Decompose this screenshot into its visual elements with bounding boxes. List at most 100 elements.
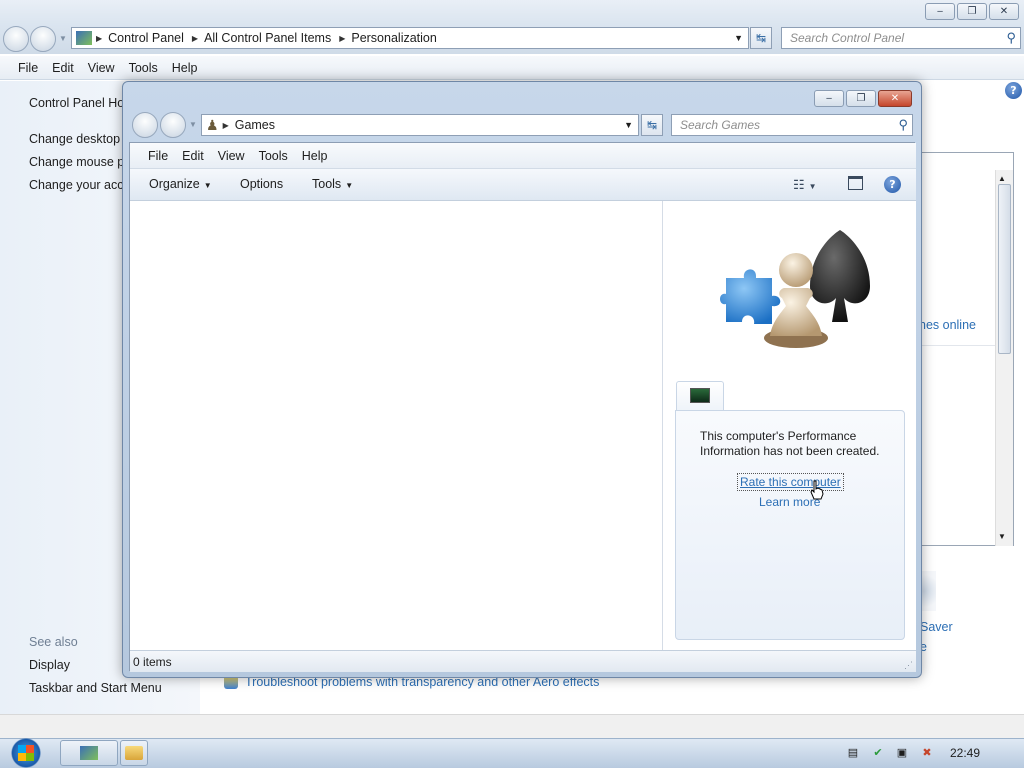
games-file-list[interactable] (130, 201, 663, 650)
address-box[interactable]: ▶ Control Panel ▶ All Control Panel Item… (71, 27, 749, 49)
refresh-button[interactable]: ↹ (750, 27, 772, 49)
performance-card: This computer's Performance Information … (675, 410, 905, 640)
control-panel-menubar: File Edit View Tools Help (0, 56, 1024, 80)
breadcrumb-control-panel[interactable]: Control Panel (108, 31, 184, 45)
games-menu-edit[interactable]: Edit (182, 149, 204, 163)
address-dropdown-icon[interactable]: ▼ (734, 33, 743, 43)
change-view-icon[interactable]: ☷ ▼ (793, 177, 817, 193)
tools-label: Tools (312, 177, 342, 191)
control-panel-icon (76, 31, 92, 45)
divider (921, 345, 995, 346)
resize-grip-icon[interactable]: ⋰ (904, 660, 913, 671)
taskbar-clock[interactable]: 22:49 (950, 746, 980, 760)
tray-flag-icon[interactable]: ✔ (871, 746, 885, 760)
games-folder-icon: ♟ (206, 116, 219, 133)
chevron-down-icon: ▼ (345, 181, 354, 190)
games-refresh-button[interactable]: ↹ (641, 114, 663, 136)
menu-edit[interactable]: Edit (52, 61, 74, 75)
search-control-panel-input[interactable]: Search Control Panel ⚲ (781, 27, 1021, 49)
item-count: 0 items (133, 654, 172, 669)
games-menu-tools[interactable]: Tools (259, 149, 288, 163)
options-button[interactable]: Options (240, 177, 283, 191)
breadcrumb-arrow-icon: ▶ (339, 33, 346, 43)
breadcrumb-arrow-icon: ▶ (222, 120, 229, 130)
games-back-button[interactable] (132, 112, 158, 138)
maximize-button[interactable]: ❐ (957, 3, 987, 20)
preview-pane-icon[interactable] (848, 176, 863, 190)
games-menu-view[interactable]: View (218, 149, 245, 163)
organize-button[interactable]: Organize ▼ (149, 177, 212, 191)
nav-change-account-picture[interactable]: Change your acco (29, 178, 130, 192)
chevron-down-icon: ▼ (203, 181, 212, 190)
games-menubar: File Edit View Tools Help (130, 143, 916, 169)
tray-network-icon[interactable]: ▣ (895, 746, 909, 760)
breadcrumb-arrow-icon: ▶ (96, 33, 103, 43)
screen-saver-label[interactable]: Saver (920, 620, 953, 634)
nav-change-mouse-pointers[interactable]: Change mouse p (29, 155, 124, 169)
scroll-thumb[interactable] (998, 184, 1011, 354)
performance-message: This computer's Performance Information … (700, 429, 880, 458)
get-more-themes-link[interactable]: nes online (919, 318, 976, 332)
performance-tab[interactable] (676, 381, 724, 411)
themes-scrollbar[interactable]: ▲ ▼ (995, 170, 1013, 546)
minimize-button[interactable]: ‒ (925, 3, 955, 20)
hand-cursor-icon (810, 480, 824, 500)
search-games-input[interactable]: Search Games ⚲ (671, 114, 913, 136)
rate-this-computer-link[interactable]: Rate this computer (737, 473, 844, 491)
nav-control-panel-home[interactable]: Control Panel Ho (29, 96, 124, 110)
games-statusbar: 0 items ⋰ (130, 650, 916, 672)
back-button[interactable] (3, 26, 29, 52)
close-button[interactable]: ✕ (989, 3, 1019, 20)
breadcrumb-all-items[interactable]: All Control Panel Items (204, 31, 331, 45)
forward-button[interactable] (30, 26, 56, 52)
start-button[interactable] (6, 738, 46, 768)
see-also-taskbar[interactable]: Taskbar and Start Menu (29, 681, 162, 695)
games-window: ‒ ❐ ✕ ▼ ♟ ▶ Games ▼ ↹ Search Games ⚲ Fil… (122, 81, 922, 678)
menu-file[interactable]: File (18, 61, 38, 75)
games-address-box[interactable]: ♟ ▶ Games ▼ (201, 114, 639, 136)
games-address-dropdown-icon[interactable]: ▼ (624, 120, 633, 130)
scroll-down-icon[interactable]: ▼ (998, 532, 1006, 541)
games-menu-file[interactable]: File (148, 149, 168, 163)
games-help-icon[interactable]: ? (884, 176, 901, 193)
nav-change-desktop-icons[interactable]: Change desktop i (29, 132, 126, 146)
search-games-placeholder: Search Games (680, 118, 761, 132)
see-also-heading: See also (29, 635, 78, 649)
tools-button[interactable]: Tools ▼ (312, 177, 353, 191)
scroll-up-icon[interactable]: ▲ (998, 174, 1006, 183)
games-details-pane: This computer's Performance Information … (664, 201, 916, 650)
games-content-frame: File Edit View Tools Help Organize ▼ Opti… (129, 142, 916, 672)
games-maximize-button[interactable]: ❐ (846, 90, 876, 107)
taskbar-explorer-button[interactable] (120, 740, 148, 766)
games-explorer-icon (720, 230, 870, 348)
see-also-display[interactable]: Display (29, 658, 70, 672)
control-panel-statusbar (0, 714, 1024, 738)
games-forward-button[interactable] (160, 112, 186, 138)
control-panel-address-bar: ▼ ▶ Control Panel ▶ All Control Panel It… (0, 24, 1024, 54)
search-icon[interactable]: ⚲ (898, 117, 908, 133)
recent-pages-icon[interactable]: ▼ (59, 34, 67, 43)
games-close-button[interactable]: ✕ (878, 90, 912, 107)
menu-help[interactable]: Help (172, 61, 198, 75)
breadcrumb-arrow-icon: ▶ (191, 33, 199, 43)
breadcrumb-personalization[interactable]: Personalization (351, 31, 436, 45)
control-panel-titlebar: ‒ ❐ ✕ (0, 0, 1024, 24)
games-minimize-button[interactable]: ‒ (814, 90, 844, 107)
tray-volume-muted-icon[interactable]: ✖ (920, 746, 934, 760)
control-panel-icon (80, 746, 98, 760)
windows-logo-icon (18, 745, 34, 761)
search-placeholder: Search Control Panel (790, 31, 905, 45)
folder-icon (125, 746, 143, 760)
games-command-bar: Organize ▼ Options Tools ▼ ☷ ▼ ? (130, 169, 916, 201)
games-menu-help[interactable]: Help (302, 149, 328, 163)
help-icon[interactable]: ? (1005, 82, 1022, 99)
games-recent-pages-icon[interactable]: ▼ (189, 120, 197, 129)
performance-monitor-icon (690, 388, 710, 403)
organize-label: Organize (149, 177, 200, 191)
breadcrumb-games[interactable]: Games (235, 118, 275, 132)
menu-tools[interactable]: Tools (129, 61, 158, 75)
menu-view[interactable]: View (88, 61, 115, 75)
tray-action-center-icon[interactable]: ▤ (846, 746, 860, 760)
taskbar-control-panel-button[interactable] (60, 740, 118, 766)
search-icon[interactable]: ⚲ (1006, 30, 1016, 46)
